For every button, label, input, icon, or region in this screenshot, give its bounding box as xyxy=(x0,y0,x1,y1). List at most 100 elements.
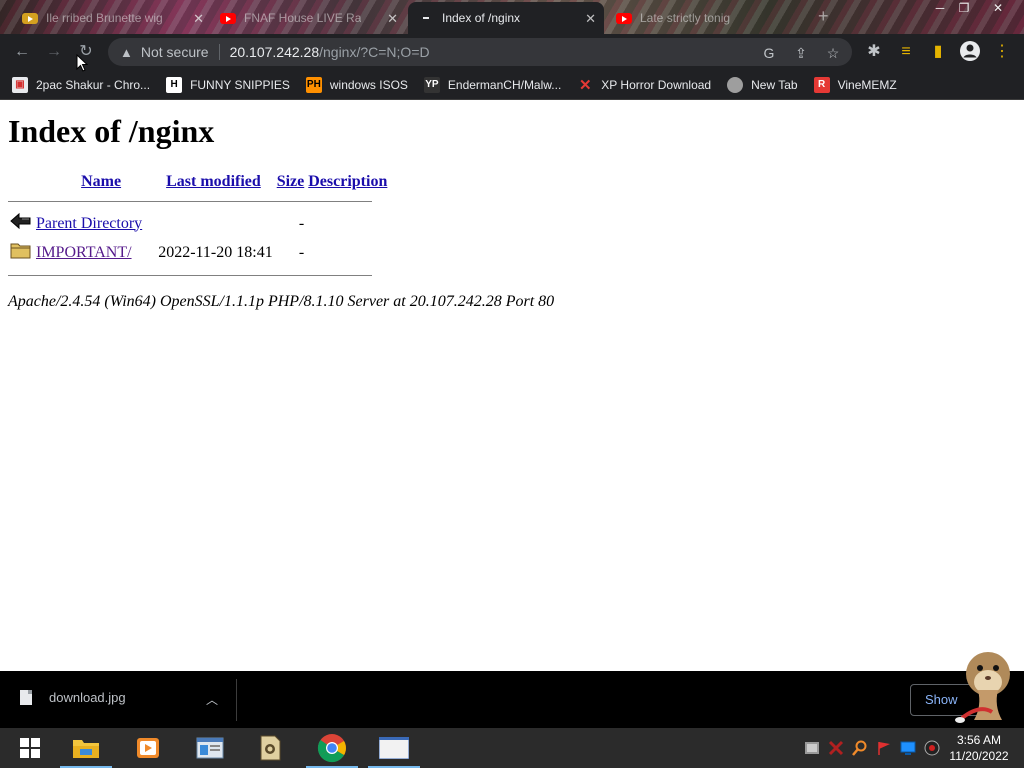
menu-icon[interactable]: ⋮ xyxy=(990,40,1014,64)
taskbar-file-explorer[interactable] xyxy=(56,728,116,768)
new-tab-button[interactable]: + xyxy=(818,6,829,27)
taskbar-window[interactable] xyxy=(364,728,424,768)
bookmark-star-icon[interactable]: ☆ xyxy=(824,44,842,62)
bookmark-label: XP Horror Download xyxy=(601,77,712,92)
tab-active[interactable]: Index of /nginx ✕ xyxy=(408,2,604,34)
bookmark-label: VineMEMZ xyxy=(837,77,897,92)
bookmark-item[interactable]: YP EndermanCH/Malw... xyxy=(423,76,562,93)
address-bar[interactable]: ▲ Not secure 20.107.242.28 /nginx/?C=N;O… xyxy=(108,38,852,66)
antivirus-icon[interactable] xyxy=(828,740,844,756)
server-signature: Apache/2.4.54 (Win64) OpenSSL/1.1.1p PHP… xyxy=(8,293,555,310)
windows-icon xyxy=(20,738,40,758)
divider xyxy=(236,679,237,721)
media-icon[interactable]: ≡ xyxy=(894,40,918,64)
back-icon[interactable]: ← xyxy=(10,40,34,64)
mouse-cursor-icon xyxy=(76,54,88,72)
security-label[interactable]: Not secure xyxy=(141,44,209,60)
sort-by-description-link[interactable]: Description xyxy=(308,173,387,190)
bookmark-item[interactable]: PH windows ISOS xyxy=(305,76,408,93)
window-close-icon[interactable]: ✕ xyxy=(984,0,1012,18)
folder-icon xyxy=(10,243,31,259)
table-row: IMPORTANT/ 2022-11-20 18:41 - xyxy=(8,238,389,267)
bookmark-label: New Tab xyxy=(751,77,798,92)
taskbar-chrome[interactable] xyxy=(302,728,362,768)
file-icon xyxy=(20,690,32,705)
download-shelf: download.jpg ︿ Show xyxy=(0,671,1024,728)
close-icon[interactable]: ✕ xyxy=(585,11,596,27)
page-icon xyxy=(418,10,434,26)
page-title: Index of /nginx xyxy=(8,113,215,149)
download-filename: download.jpg xyxy=(49,690,126,705)
system-clock[interactable]: 3:56 AM 11/20/2022 xyxy=(944,732,1014,764)
google-lens-icon[interactable]: G xyxy=(760,44,778,62)
modified-cell xyxy=(144,209,275,238)
forward-icon[interactable]: → xyxy=(42,40,66,64)
important-folder-link[interactable]: IMPORTANT/ xyxy=(36,244,132,261)
media-player-icon xyxy=(137,738,159,758)
yp-icon: YP xyxy=(423,76,440,93)
display-icon[interactable] xyxy=(900,740,916,756)
clock-date: 11/20/2022 xyxy=(949,749,1009,763)
youtube-icon xyxy=(616,10,632,26)
taskbar: 3:56 AM 11/20/2022 xyxy=(0,728,1024,768)
bookmark-item[interactable]: New Tab xyxy=(727,76,798,93)
taskbar-app[interactable] xyxy=(240,728,300,768)
size-cell: - xyxy=(298,243,305,261)
tab-4[interactable]: Late strictly tonig xyxy=(606,2,806,34)
browser-toolbar: ← → ↻ ▲ Not secure 20.107.242.28 /nginx/… xyxy=(0,34,1024,70)
tab-title: Index of /nginx xyxy=(442,11,521,25)
extensions-icon[interactable]: ✱ xyxy=(862,40,886,64)
sort-by-name-link[interactable]: Name xyxy=(81,173,121,190)
back-arrow-icon xyxy=(10,212,31,230)
taskbar-control-panel[interactable] xyxy=(180,728,240,768)
chevron-up-icon[interactable]: ︿ xyxy=(206,691,218,708)
profile-avatar[interactable] xyxy=(958,40,982,64)
warning-icon[interactable]: ▲ xyxy=(120,45,133,60)
bookmark-item[interactable]: ✕ XP Horror Download xyxy=(577,77,712,94)
chrome-store-icon: ▣ xyxy=(12,76,28,93)
parent-directory-link[interactable]: Parent Directory xyxy=(36,215,142,232)
search-tray-icon[interactable] xyxy=(852,740,868,756)
document-app-icon xyxy=(260,735,281,761)
close-icon[interactable]: ✕ xyxy=(387,11,398,27)
table-header: Name Last modified Size Description xyxy=(8,171,389,193)
divider xyxy=(8,274,372,276)
maximize-icon[interactable]: ❐ xyxy=(950,0,978,18)
url-host[interactable]: 20.107.242.28 xyxy=(230,44,320,60)
youtube-icon xyxy=(22,10,38,26)
bookmark-label: EndermanCH/Malw... xyxy=(447,77,562,92)
tab-title: Ile rribed Brunette wig xyxy=(46,11,163,25)
tab-audio-icon[interactable]: ✕ xyxy=(193,11,204,27)
control-panel-icon xyxy=(196,737,224,759)
globe-icon xyxy=(727,76,744,93)
download-item[interactable]: download.jpg xyxy=(20,690,126,705)
sort-by-size-link[interactable]: Size xyxy=(277,173,305,190)
directory-table: Name Last modified Size Description Pare… xyxy=(8,171,389,283)
url-path[interactable]: /nginx/?C=N;O=D xyxy=(319,44,430,60)
tab-2[interactable]: FNAF House LIVE Ra ✕ xyxy=(210,2,406,34)
tab-1[interactable]: Ile rribed Brunette wig ✕ xyxy=(12,2,212,34)
side-panel-icon[interactable]: ▮ xyxy=(926,40,950,64)
taskbar-media-player[interactable] xyxy=(118,728,178,768)
flag-icon[interactable] xyxy=(876,740,892,756)
hamster-overlay-image xyxy=(955,652,1010,723)
bookmark-item[interactable]: ▣ 2pac Shakur - Chro... xyxy=(12,76,150,93)
bookmarks-bar: ▣ 2pac Shakur - Chro... H FUNNY SNIPPIES… xyxy=(0,70,1024,100)
divider xyxy=(8,200,372,202)
start-button[interactable] xyxy=(0,728,60,768)
window-icon xyxy=(379,737,409,759)
bookmark-label: windows ISOS xyxy=(329,77,408,92)
chrome-icon xyxy=(317,734,346,763)
size-cell: - xyxy=(298,214,305,232)
clock-time: 3:56 AM xyxy=(956,733,1002,747)
sort-by-modified-link[interactable]: Last modified xyxy=(166,173,261,190)
bookmark-label: FUNNY SNIPPIES xyxy=(190,77,290,92)
folder-icon xyxy=(73,740,99,758)
tab-strip: Ile rribed Brunette wig ✕ FNAF House LIV… xyxy=(0,0,1024,34)
bookmark-item[interactable]: H FUNNY SNIPPIES xyxy=(166,76,290,93)
share-icon[interactable]: ⇪ xyxy=(792,44,810,62)
network-icon[interactable] xyxy=(804,740,820,756)
modified-cell: 2022-11-20 18:41 xyxy=(158,243,273,261)
bookmark-item[interactable]: R VineMEMZ xyxy=(813,76,897,93)
volume-icon[interactable] xyxy=(924,740,940,756)
